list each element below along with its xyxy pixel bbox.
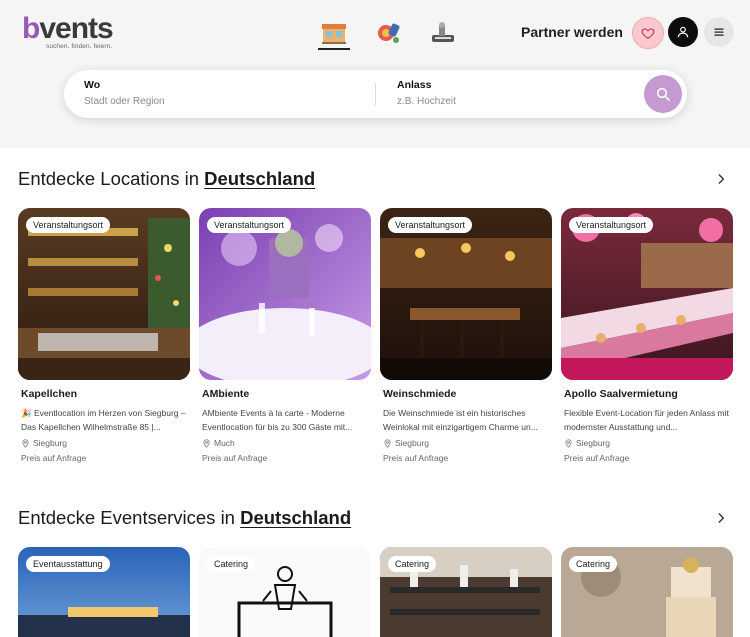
card-badge: Veranstaltungsort (26, 217, 111, 233)
bar-photo (18, 208, 190, 380)
card-location-text: Siegburg (395, 438, 430, 448)
menu-button[interactable] (704, 17, 734, 47)
card-image[interactable]: Veranstaltungsort (199, 208, 371, 380)
card-location-text: Siegburg (576, 438, 611, 448)
card-badge: Veranstaltungsort (388, 217, 473, 233)
hamburger-icon (714, 28, 724, 36)
card-title[interactable]: Apollo Saalvermietung (564, 388, 733, 400)
tab-locations[interactable] (318, 18, 350, 50)
where-field[interactable]: Wo (84, 79, 304, 109)
card-location: Siegburg (383, 438, 552, 448)
banquet-photo (199, 208, 371, 380)
card-badge: Veranstaltungsort (207, 217, 292, 233)
tab-services[interactable] (372, 18, 404, 48)
location-icon (322, 24, 346, 44)
card-description: Die Weinschmiede ist ein historisches We… (383, 408, 538, 432)
card-badge: Catering (569, 556, 618, 572)
card-location: Siegburg (21, 438, 190, 448)
card-location: Much (202, 438, 371, 448)
service-icon (378, 23, 400, 43)
card-description: Flexible Event-Location für jeden Anlass… (564, 408, 729, 432)
services-section-title: Entdecke Eventservices in Deutschland (18, 507, 351, 529)
locations-title-prefix: Entdecke Locations in (18, 168, 200, 189)
bvents-logo[interactable]: bvents suchen. finden. feiern. (22, 12, 114, 51)
locations-country-link[interactable]: Deutschland (204, 168, 315, 189)
card-badge: Catering (207, 556, 256, 572)
occasion-field[interactable]: Anlass (397, 79, 617, 109)
category-tabs (318, 18, 458, 50)
card-location-text: Siegburg (33, 438, 68, 448)
card-image[interactable]: Veranstaltungsort (18, 208, 190, 380)
heart-icon (641, 28, 655, 39)
card-price: Preis auf Anfrage (564, 453, 630, 463)
map-pin-icon (384, 438, 391, 448)
services-next-icon[interactable] (714, 511, 728, 525)
card-image[interactable]: Catering (380, 547, 552, 637)
search-icon (656, 87, 670, 101)
service-card-2[interactable]: Catering (199, 547, 371, 637)
favorites-button[interactable] (632, 17, 664, 49)
occasion-input[interactable] (397, 96, 617, 107)
locations-next-icon[interactable] (714, 172, 728, 186)
service-card-4[interactable]: Catering (561, 547, 733, 637)
logo-tagline: suchen. finden. feiern. (46, 43, 113, 50)
card-badge: Eventausstattung (26, 556, 110, 572)
card-badge: Catering (388, 556, 437, 572)
card-title[interactable]: Kapellchen (21, 388, 190, 400)
map-pin-icon (22, 438, 29, 448)
card-title[interactable]: Weinschmiede (383, 388, 552, 400)
user-icon (677, 26, 689, 38)
where-label: Wo (84, 79, 101, 91)
locations-section-title: Entdecke Locations in Deutschland (18, 168, 315, 190)
location-card-ambiente[interactable]: Veranstaltungsort AMbiente AMbiente Even… (199, 208, 371, 463)
service-card-3[interactable]: Catering (380, 547, 552, 637)
artist-icon (432, 22, 454, 42)
services-country-link[interactable]: Deutschland (240, 507, 351, 528)
search-bar: Wo Anlass (64, 70, 687, 118)
location-card-apollo[interactable]: Veranstaltungsort Apollo Saalvermietung … (561, 208, 733, 463)
card-image[interactable]: Catering (199, 547, 371, 637)
partner-link[interactable]: Partner werden (521, 24, 623, 40)
card-image[interactable]: Catering (561, 547, 733, 637)
map-pin-icon (565, 438, 572, 448)
card-image[interactable]: Eventausstattung (18, 547, 190, 637)
logo-wordmark: bvents (22, 12, 114, 45)
card-title[interactable]: AMbiente (202, 388, 371, 400)
wine-bar-photo (380, 208, 552, 380)
card-badge: Veranstaltungsort (569, 217, 654, 233)
tab-artists[interactable] (426, 18, 458, 48)
location-card-kapellchen[interactable]: Veranstaltungsort Kapellchen 🎉 Eventloca… (18, 208, 190, 463)
logo-b: b (22, 12, 40, 45)
card-location: Siegburg (564, 438, 733, 448)
card-description: 🎉 Eventlocation im Herzen von Siegburg –… (21, 408, 186, 432)
card-image[interactable]: Veranstaltungsort (561, 208, 733, 380)
account-button[interactable] (668, 17, 698, 47)
card-description: AMbiente Events à la carte - Moderne Eve… (202, 408, 353, 432)
card-location-text: Much (214, 438, 235, 448)
location-card-weinschmiede[interactable]: Veranstaltungsort Weinschmiede Die Weins… (380, 208, 552, 463)
services-title-prefix: Entdecke Eventservices in (18, 507, 235, 528)
occasion-label: Anlass (397, 79, 432, 91)
card-price: Preis auf Anfrage (202, 453, 268, 463)
pink-bar-photo (561, 208, 733, 380)
card-price: Preis auf Anfrage (21, 453, 87, 463)
where-input[interactable] (84, 96, 304, 107)
map-pin-icon (203, 438, 210, 448)
card-price: Preis auf Anfrage (383, 453, 449, 463)
logo-rest: vents (39, 12, 113, 45)
search-button[interactable] (644, 75, 682, 113)
card-image[interactable]: Veranstaltungsort (380, 208, 552, 380)
search-divider (375, 83, 376, 106)
service-card-1[interactable]: Eventausstattung (18, 547, 190, 637)
